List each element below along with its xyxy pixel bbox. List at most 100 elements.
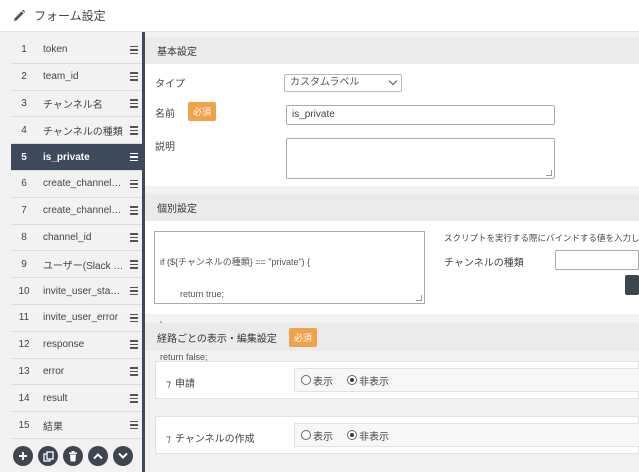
individual-settings-section: if (${チャンネルの種類} == "private") { return t… xyxy=(145,221,639,362)
field-list-item[interactable]: 8 channel_id xyxy=(11,224,142,252)
drag-handle-icon[interactable] xyxy=(126,367,142,376)
drag-handle-icon[interactable] xyxy=(126,72,142,81)
drag-handle-icon[interactable] xyxy=(126,340,142,349)
resize-handle-icon[interactable] xyxy=(416,295,422,301)
field-list-item[interactable]: 9 ユーザー(Slack U… xyxy=(11,251,142,279)
field-list-item[interactable]: 5 is_private xyxy=(11,144,142,171)
script-line: return true; xyxy=(160,288,225,299)
field-list: 1 token 2 team_id 3 チャンネル名 4 チャンネルの種類 5 is_privat… xyxy=(11,37,142,439)
field-list-item[interactable]: 13 error xyxy=(11,358,142,386)
field-list-item[interactable]: 10 invite_user_sta… xyxy=(11,278,142,305)
field-list-item[interactable]: 7 create_channel… xyxy=(11,197,142,225)
drag-handle-icon[interactable] xyxy=(126,394,142,403)
route-card-application: ⁊ 申請 表示 非表示 xyxy=(155,361,639,399)
drag-handle-icon[interactable] xyxy=(126,206,142,215)
drag-handle-icon[interactable] xyxy=(126,45,142,55)
field-name: team_id xyxy=(43,71,79,83)
plus-icon xyxy=(19,452,27,460)
required-badge: 必須 xyxy=(188,102,217,121)
add-field-button[interactable] xyxy=(13,446,33,466)
drag-handle-icon[interactable] xyxy=(126,126,142,135)
drag-handle-icon[interactable] xyxy=(126,313,142,323)
field-list-item[interactable]: 12 response xyxy=(11,331,142,359)
type-select-value: カスタムラベル xyxy=(290,77,360,88)
field-number: 13 xyxy=(18,365,30,377)
field-list-item[interactable]: 6 create_channel… xyxy=(11,170,142,198)
field-list-item[interactable]: 2 team_id xyxy=(11,63,142,91)
field-list-item[interactable]: 3 チャンネル名 xyxy=(11,90,142,118)
drag-handle-icon[interactable] xyxy=(126,152,142,162)
field-name: response xyxy=(43,339,85,351)
field-name: create_channel… xyxy=(43,178,122,190)
flag-icon: ⁊ xyxy=(166,434,171,445)
field-list-item[interactable]: 14 result xyxy=(11,385,142,413)
field-name: invite_user_error xyxy=(43,312,119,324)
bind-action-button[interactable] xyxy=(625,275,639,295)
drag-handle-icon[interactable] xyxy=(126,99,142,108)
hide-radio-label: 非表示 xyxy=(359,431,389,443)
field-number: 7 xyxy=(21,205,27,217)
field-number: 4 xyxy=(21,124,27,136)
field-name: channel_id xyxy=(43,231,92,243)
main-panel: 基本設定 タイプ カスタムラベル 名前 必須 is_private 説明 個別設… xyxy=(145,32,639,472)
hide-radio[interactable]: 非表示 xyxy=(347,373,389,388)
radio-circle-selected xyxy=(347,375,357,385)
field-number: 15 xyxy=(18,419,30,431)
field-number: 1 xyxy=(21,44,27,56)
bind-field-input[interactable] xyxy=(555,250,639,270)
drag-handle-icon[interactable] xyxy=(126,233,142,242)
chevron-down-icon xyxy=(388,76,398,86)
flag-icon: ⁊ xyxy=(166,379,171,390)
field-list-item[interactable]: 1 token xyxy=(11,37,142,64)
copy-icon xyxy=(42,450,54,462)
route-card-create-channel: ⁊ チャンネルの作成 表示 非表示 xyxy=(155,416,639,454)
name-input[interactable]: is_private xyxy=(286,105,555,125)
field-name: チャンネルの種類 xyxy=(43,126,123,138)
visibility-radio-group: 表示 非表示 xyxy=(294,368,639,392)
delete-field-button[interactable] xyxy=(63,446,83,466)
drag-handle-icon[interactable] xyxy=(126,179,142,189)
script-editor[interactable]: if (${チャンネルの種類} == "private") { return t… xyxy=(154,231,425,362)
field-name: invite_user_sta… xyxy=(43,285,121,297)
show-radio[interactable]: 表示 xyxy=(301,373,333,388)
hide-radio[interactable]: 非表示 xyxy=(347,428,389,443)
basic-settings-title: 基本設定 xyxy=(157,47,197,58)
name-input-value: is_private xyxy=(292,109,335,120)
basic-settings-section: タイプ カスタムラベル 名前 必須 is_private 説明 xyxy=(145,64,639,186)
route-name-text: チャンネルの作成 xyxy=(174,434,255,445)
radio-circle xyxy=(301,375,311,385)
move-up-button[interactable] xyxy=(88,446,108,466)
type-select[interactable]: カスタムラベル xyxy=(284,74,402,92)
move-down-button[interactable] xyxy=(113,446,133,466)
pencil-icon xyxy=(14,9,26,21)
field-toolbar xyxy=(13,446,133,466)
field-name: is_private xyxy=(43,151,90,163)
bind-field-label: チャンネルの種類 xyxy=(444,258,524,269)
chevron-down-icon xyxy=(118,452,128,459)
drag-handle-icon[interactable] xyxy=(126,420,142,430)
field-number: 6 xyxy=(21,178,27,190)
field-list-item[interactable]: 4 チャンネルの種類 xyxy=(11,117,142,145)
description-textarea[interactable] xyxy=(286,138,555,179)
type-label: タイプ xyxy=(155,79,185,90)
trash-icon xyxy=(69,450,77,461)
drag-handle-icon[interactable] xyxy=(126,260,142,269)
bind-hint: スクリプトを実行する際にバインドする値を入力してく xyxy=(444,233,639,243)
field-number: 12 xyxy=(18,339,30,351)
show-radio[interactable]: 表示 xyxy=(301,428,333,443)
field-number: 11 xyxy=(18,312,30,324)
drag-handle-icon[interactable] xyxy=(126,286,142,296)
chevron-up-icon xyxy=(93,453,103,460)
copy-field-button[interactable] xyxy=(38,446,58,466)
route-name-text: 申請 xyxy=(174,379,195,390)
field-name: チャンネル名 xyxy=(43,99,103,111)
field-name: create_channel… xyxy=(43,205,122,217)
field-list-item[interactable]: 11 invite_user_error xyxy=(11,304,142,332)
field-name: result xyxy=(43,392,68,404)
field-number: 8 xyxy=(21,231,27,243)
field-name: 結果 xyxy=(43,421,63,433)
resize-handle-icon[interactable] xyxy=(546,170,552,176)
field-list-item[interactable]: 15 結果 xyxy=(11,412,142,439)
field-name: ユーザー(Slack U… xyxy=(43,260,126,272)
show-radio-label: 表示 xyxy=(313,376,333,388)
